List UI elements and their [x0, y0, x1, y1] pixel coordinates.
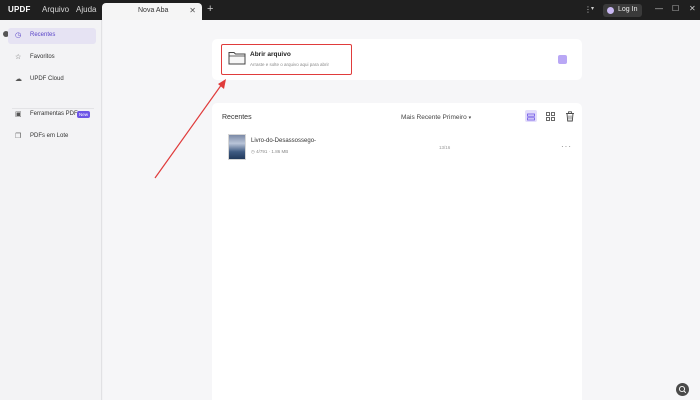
new-badge: New — [77, 111, 91, 118]
close-button[interactable]: ✕ — [689, 4, 696, 13]
minimize-button[interactable]: — — [655, 4, 663, 13]
sidebar-item-recentes[interactable]: ◷ Recentes — [8, 28, 96, 44]
star-icon: ☆ — [15, 54, 22, 61]
login-label: Log In — [618, 6, 638, 13]
chevron-down-icon[interactable]: ▾ — [591, 5, 594, 12]
chevron-down-icon: ▾ — [468, 115, 472, 121]
title-bar: UPDF Arquivo Ajuda Nova Aba ✕ + ⋮ ▾ Log … — [0, 0, 700, 20]
help-button[interactable] — [676, 383, 689, 396]
sidebar: ◷ Recentes ☆ Favoritos ☁ UPDF Cloud ▣ Fe… — [0, 20, 102, 400]
recent-title: Recentes — [222, 114, 252, 121]
list-item[interactable] — [222, 130, 577, 164]
grid-view-icon[interactable] — [545, 111, 556, 122]
file-name[interactable]: Livro-do-Desassossego- — [251, 138, 316, 144]
list-view-button[interactable] — [525, 110, 537, 122]
app-logo: UPDF — [8, 5, 31, 14]
list-view-icon — [527, 113, 535, 121]
clock-icon: ◷ — [15, 32, 22, 39]
menu-ajuda[interactable]: Ajuda — [76, 5, 96, 14]
tab-close-icon[interactable]: ✕ — [189, 6, 196, 15]
cloud-icon: ☁ — [15, 76, 22, 83]
add-file-icon[interactable] — [558, 55, 567, 64]
login-button[interactable]: Log In — [603, 4, 642, 17]
highlight-box — [221, 44, 352, 75]
avatar — [607, 7, 614, 14]
sort-label: Mais Recente Primeiro — [401, 114, 467, 121]
sidebar-item-favoritos[interactable]: ☆ Favoritos — [8, 50, 96, 66]
menu-arquivo[interactable]: Arquivo — [42, 5, 69, 14]
stack-icon: ❐ — [15, 133, 22, 140]
sidebar-item-pdfs-em-lote[interactable]: ❐ PDFs em Lote — [8, 129, 96, 145]
sidebar-item-label: PDFs em Lote — [30, 133, 69, 139]
new-tab-button[interactable]: + — [207, 3, 213, 15]
toolbox-icon: ▣ — [15, 111, 22, 118]
sidebar-item-ferramentas-pdf[interactable]: ▣ Ferramentas PDF New — [8, 107, 96, 123]
sidebar-item-label: UPDF Cloud — [30, 76, 64, 82]
file-pages: 13/16 — [439, 145, 451, 150]
sidebar-item-label: Ferramentas PDF — [30, 111, 78, 117]
more-options-icon[interactable]: ··· — [561, 142, 572, 151]
sort-dropdown[interactable]: Mais Recente Primeiro ▾ — [401, 114, 471, 121]
sidebar-item-label: Favoritos — [30, 54, 55, 60]
maximize-button[interactable]: ☐ — [672, 4, 679, 13]
file-thumbnail[interactable] — [228, 134, 246, 160]
tab-nova-aba[interactable]: Nova Aba ✕ — [102, 3, 202, 20]
trash-icon[interactable] — [565, 111, 575, 122]
tab-label: Nova Aba — [138, 7, 169, 14]
sidebar-item-updf-cloud[interactable]: ☁ UPDF Cloud — [8, 72, 96, 88]
file-meta: ◷ 4/791 · 1.86 MB — [251, 149, 289, 154]
search-icon — [678, 385, 687, 394]
sidebar-item-label: Recentes — [30, 32, 56, 38]
